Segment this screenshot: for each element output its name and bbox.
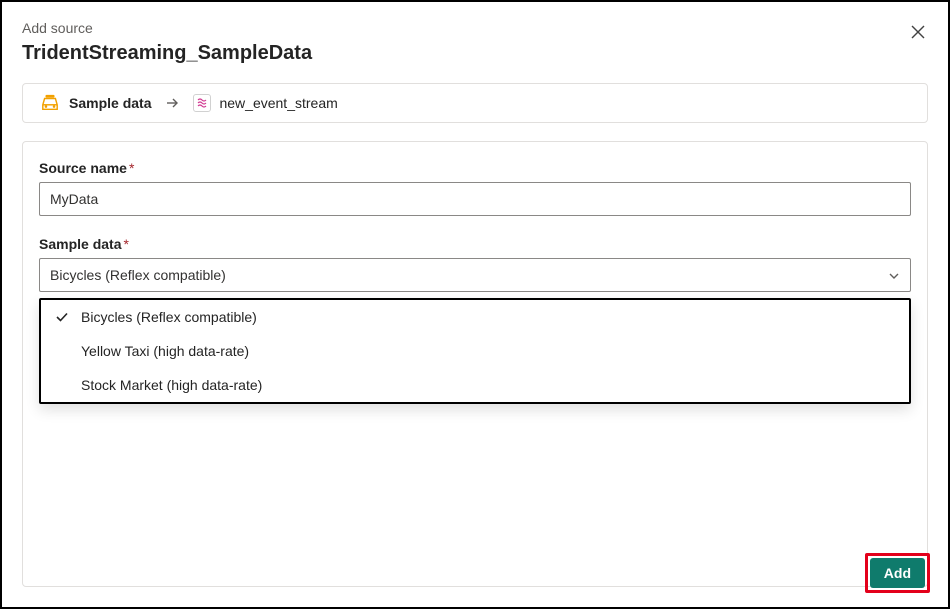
chevron-down-icon [888,269,900,281]
breadcrumb: Sample data new_event_stream [22,83,928,123]
sample-data-selected-value: Bicycles (Reflex compatible) [50,267,226,283]
add-source-dialog: Add source TridentStreaming_SampleData [2,2,948,607]
breadcrumb-source: Sample data [39,94,151,112]
form-body: Source name* Sample data* Bicycles (Refl… [22,141,928,587]
add-button[interactable]: Add [870,558,925,588]
sample-data-label: Sample data* [39,236,911,252]
source-name-input[interactable] [39,182,911,216]
dropdown-option-bicycles[interactable]: Bicycles (Reflex compatible) [41,300,909,334]
dialog-subtitle: Add source [22,20,312,36]
arrow-right-icon [165,96,179,110]
source-name-label: Source name* [39,160,911,176]
dialog-header: Add source TridentStreaming_SampleData [22,20,928,83]
dropdown-option-stock-market[interactable]: Stock Market (high data-rate) [41,368,909,402]
field-sample-data: Sample data* Bicycles (Reflex compatible… [39,236,911,292]
check-icon [55,310,69,324]
breadcrumb-source-label: Sample data [69,95,151,111]
eventstream-icon [193,94,211,112]
dialog-title: TridentStreaming_SampleData [22,42,312,65]
dropdown-option-yellow-taxi[interactable]: Yellow Taxi (high data-rate) [41,334,909,368]
required-asterisk: * [123,236,128,252]
required-asterisk: * [129,160,134,176]
close-button[interactable] [906,20,930,47]
taxi-icon [39,94,61,112]
close-icon [910,28,926,43]
add-button-highlight: Add [865,553,930,593]
sample-data-select-trigger[interactable]: Bicycles (Reflex compatible) [39,258,911,292]
sample-data-select: Bicycles (Reflex compatible) Bicycles (R… [39,258,911,292]
field-source-name: Source name* [39,160,911,216]
breadcrumb-target-label: new_event_stream [219,95,337,111]
dialog-footer: Add [865,553,930,593]
breadcrumb-target: new_event_stream [193,94,337,112]
sample-data-dropdown: Bicycles (Reflex compatible) Yellow Taxi… [39,298,911,404]
